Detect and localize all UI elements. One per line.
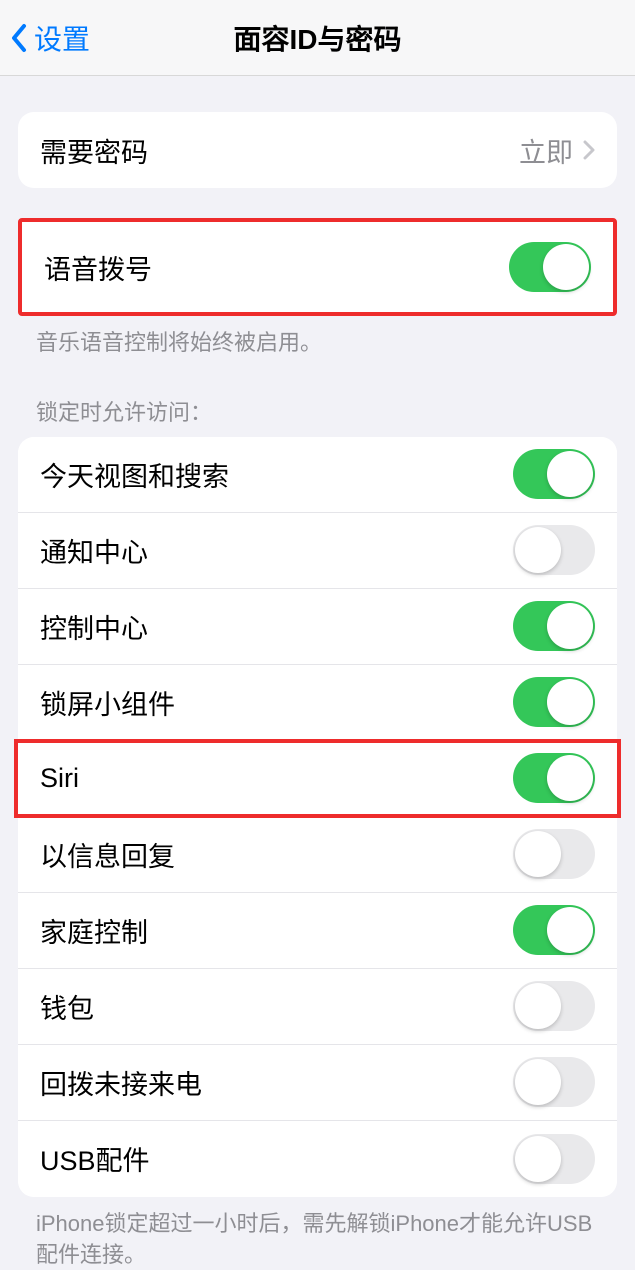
wallet-row: 钱包	[18, 969, 617, 1045]
voice-dial-label: 语音拨号	[44, 248, 152, 287]
wallet-toggle[interactable]	[513, 981, 595, 1031]
voice-dial-toggle[interactable]	[509, 242, 591, 292]
wallet-label: 钱包	[40, 987, 94, 1026]
return-missed-calls-toggle[interactable]	[513, 1057, 595, 1107]
lock-screen-widgets-label: 锁屏小组件	[40, 683, 175, 722]
today-view-label: 今天视图和搜索	[40, 455, 229, 494]
require-passcode-value: 立即	[519, 131, 573, 170]
usb-accessories-row: USB配件	[18, 1121, 617, 1197]
usb-accessories-label: USB配件	[40, 1139, 150, 1178]
require-passcode-label: 需要密码	[40, 131, 148, 170]
voice-dial-section: 语音拨号	[18, 218, 617, 316]
today-view-row: 今天视图和搜索	[18, 437, 617, 513]
voice-dial-footer: 音乐语音控制将始终被启用。	[0, 316, 635, 359]
home-control-row: 家庭控制	[18, 893, 617, 969]
chevron-left-icon	[10, 23, 28, 53]
reply-with-message-label: 以信息回复	[40, 835, 175, 874]
reply-with-message-toggle[interactable]	[513, 829, 595, 879]
reply-with-message-row: 以信息回复	[18, 817, 617, 893]
notification-center-toggle[interactable]	[513, 525, 595, 575]
lock-screen-header: 锁定时允许访问：	[0, 395, 635, 437]
usb-footer: iPhone锁定超过一小时后，需先解锁iPhone才能允许USB配件连接。	[0, 1197, 635, 1270]
require-passcode-section: 需要密码 立即	[18, 112, 617, 188]
chevron-right-icon	[583, 140, 595, 160]
siri-row: Siri	[18, 741, 617, 817]
control-center-toggle[interactable]	[513, 601, 595, 651]
back-button[interactable]: 设置	[0, 18, 90, 58]
today-view-toggle[interactable]	[513, 449, 595, 499]
control-center-label: 控制中心	[40, 607, 148, 646]
usb-accessories-toggle[interactable]	[513, 1134, 595, 1184]
return-missed-calls-row: 回拨未接来电	[18, 1045, 617, 1121]
page-title: 面容ID与密码	[0, 18, 635, 58]
lock-screen-section: 今天视图和搜索 通知中心 控制中心 锁屏小组件 Siri 以信息回复 家庭控制	[18, 437, 617, 1197]
notification-center-label: 通知中心	[40, 531, 148, 570]
lock-screen-widgets-row: 锁屏小组件	[18, 665, 617, 741]
siri-toggle[interactable]	[513, 753, 595, 803]
require-passcode-row[interactable]: 需要密码 立即	[18, 112, 617, 188]
notification-center-row: 通知中心	[18, 513, 617, 589]
nav-header: 设置 面容ID与密码	[0, 0, 635, 76]
return-missed-calls-label: 回拨未接来电	[40, 1063, 202, 1102]
lock-screen-widgets-toggle[interactable]	[513, 677, 595, 727]
voice-dial-row: 语音拨号	[22, 222, 613, 312]
home-control-label: 家庭控制	[40, 911, 148, 950]
home-control-toggle[interactable]	[513, 905, 595, 955]
control-center-row: 控制中心	[18, 589, 617, 665]
back-label: 设置	[34, 18, 90, 58]
require-passcode-value-group: 立即	[519, 131, 595, 170]
siri-label: Siri	[40, 763, 79, 794]
